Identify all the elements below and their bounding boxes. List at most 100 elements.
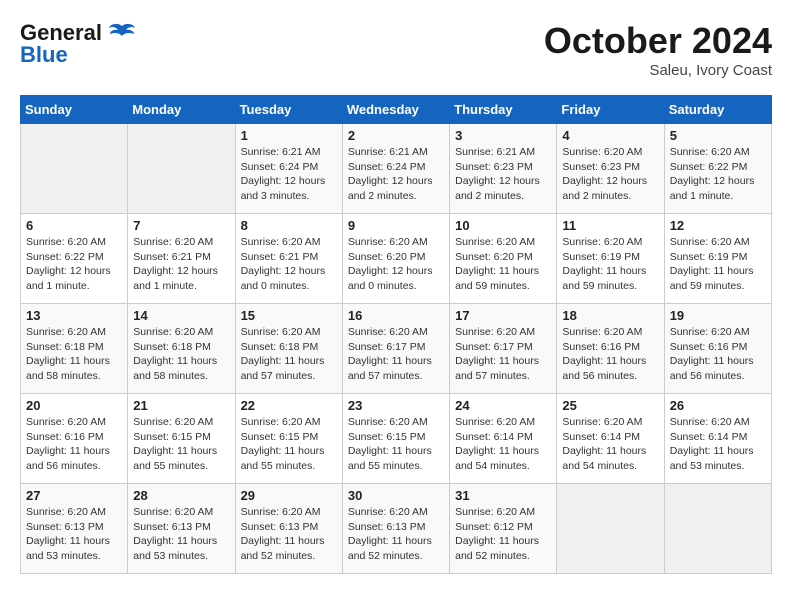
day-info: Sunrise: 6:20 AM Sunset: 6:16 PM Dayligh… bbox=[26, 415, 122, 474]
month-title: October 2024 bbox=[544, 20, 772, 62]
day-number: 31 bbox=[455, 488, 551, 503]
calendar-cell: 5 Sunrise: 6:20 AM Sunset: 6:22 PM Daylig… bbox=[664, 124, 771, 214]
calendar-table: SundayMondayTuesdayWednesdayThursdayFrid… bbox=[20, 95, 772, 574]
day-number: 28 bbox=[133, 488, 229, 503]
calendar-cell: 10 Sunrise: 6:20 AM Sunset: 6:20 PM Dayli… bbox=[450, 214, 557, 304]
day-number: 24 bbox=[455, 398, 551, 413]
calendar-title-block: October 2024 Saleu, Ivory Coast bbox=[544, 20, 772, 79]
day-number: 21 bbox=[133, 398, 229, 413]
weekday-header-wednesday: Wednesday bbox=[342, 96, 449, 124]
day-info: Sunrise: 6:20 AM Sunset: 6:14 PM Dayligh… bbox=[455, 415, 551, 474]
calendar-cell: 19 Sunrise: 6:20 AM Sunset: 6:16 PM Dayli… bbox=[664, 304, 771, 394]
location-subtitle: Saleu, Ivory Coast bbox=[544, 62, 772, 79]
day-info: Sunrise: 6:20 AM Sunset: 6:14 PM Dayligh… bbox=[562, 415, 658, 474]
calendar-cell bbox=[21, 124, 128, 214]
day-info: Sunrise: 6:20 AM Sunset: 6:16 PM Dayligh… bbox=[562, 325, 658, 384]
day-info: Sunrise: 6:20 AM Sunset: 6:20 PM Dayligh… bbox=[348, 235, 444, 294]
calendar-cell: 22 Sunrise: 6:20 AM Sunset: 6:15 PM Dayli… bbox=[235, 394, 342, 484]
calendar-cell: 23 Sunrise: 6:20 AM Sunset: 6:15 PM Dayli… bbox=[342, 394, 449, 484]
calendar-cell: 31 Sunrise: 6:20 AM Sunset: 6:12 PM Dayli… bbox=[450, 484, 557, 574]
weekday-header-sunday: Sunday bbox=[21, 96, 128, 124]
calendar-cell: 17 Sunrise: 6:20 AM Sunset: 6:17 PM Dayli… bbox=[450, 304, 557, 394]
day-number: 19 bbox=[670, 308, 766, 323]
day-number: 2 bbox=[348, 128, 444, 143]
calendar-cell bbox=[128, 124, 235, 214]
day-number: 27 bbox=[26, 488, 122, 503]
calendar-cell: 25 Sunrise: 6:20 AM Sunset: 6:14 PM Dayli… bbox=[557, 394, 664, 484]
day-info: Sunrise: 6:20 AM Sunset: 6:17 PM Dayligh… bbox=[348, 325, 444, 384]
day-info: Sunrise: 6:20 AM Sunset: 6:21 PM Dayligh… bbox=[241, 235, 337, 294]
day-info: Sunrise: 6:20 AM Sunset: 6:18 PM Dayligh… bbox=[26, 325, 122, 384]
calendar-cell: 21Sunrise: 6:20 AM Sunset: 6:15 PM Dayli… bbox=[128, 394, 235, 484]
calendar-cell: 13 Sunrise: 6:20 AM Sunset: 6:18 PM Dayli… bbox=[21, 304, 128, 394]
logo: General Blue bbox=[20, 20, 136, 68]
weekday-header-friday: Friday bbox=[557, 96, 664, 124]
day-number: 25 bbox=[562, 398, 658, 413]
weekday-header-tuesday: Tuesday bbox=[235, 96, 342, 124]
calendar-cell: 3Sunrise: 6:21 AM Sunset: 6:23 PM Daylig… bbox=[450, 124, 557, 214]
calendar-cell: 18 Sunrise: 6:20 AM Sunset: 6:16 PM Dayli… bbox=[557, 304, 664, 394]
day-number: 23 bbox=[348, 398, 444, 413]
day-number: 6 bbox=[26, 218, 122, 233]
day-number: 15 bbox=[241, 308, 337, 323]
logo-bird-icon bbox=[108, 22, 136, 44]
calendar-cell: 7Sunrise: 6:20 AM Sunset: 6:21 PM Daylig… bbox=[128, 214, 235, 304]
day-number: 14 bbox=[133, 308, 229, 323]
calendar-cell: 11 Sunrise: 6:20 AM Sunset: 6:19 PM Dayli… bbox=[557, 214, 664, 304]
calendar-cell: 14 Sunrise: 6:20 AM Sunset: 6:18 PM Dayli… bbox=[128, 304, 235, 394]
day-info: Sunrise: 6:20 AM Sunset: 6:17 PM Dayligh… bbox=[455, 325, 551, 384]
day-number: 3 bbox=[455, 128, 551, 143]
day-number: 17 bbox=[455, 308, 551, 323]
calendar-cell: 15Sunrise: 6:20 AM Sunset: 6:18 PM Dayli… bbox=[235, 304, 342, 394]
calendar-cell: 20Sunrise: 6:20 AM Sunset: 6:16 PM Dayli… bbox=[21, 394, 128, 484]
calendar-cell: 6 Sunrise: 6:20 AM Sunset: 6:22 PM Daylig… bbox=[21, 214, 128, 304]
weekday-header-thursday: Thursday bbox=[450, 96, 557, 124]
calendar-cell bbox=[557, 484, 664, 574]
weekday-header-saturday: Saturday bbox=[664, 96, 771, 124]
day-info: Sunrise: 6:20 AM Sunset: 6:22 PM Dayligh… bbox=[670, 145, 766, 204]
day-number: 16 bbox=[348, 308, 444, 323]
day-info: Sunrise: 6:21 AM Sunset: 6:24 PM Dayligh… bbox=[241, 145, 337, 204]
day-info: Sunrise: 6:20 AM Sunset: 6:14 PM Dayligh… bbox=[670, 415, 766, 474]
day-number: 13 bbox=[26, 308, 122, 323]
day-info: Sunrise: 6:20 AM Sunset: 6:16 PM Dayligh… bbox=[670, 325, 766, 384]
calendar-cell: 8 Sunrise: 6:20 AM Sunset: 6:21 PM Daylig… bbox=[235, 214, 342, 304]
day-number: 5 bbox=[670, 128, 766, 143]
day-info: Sunrise: 6:20 AM Sunset: 6:19 PM Dayligh… bbox=[562, 235, 658, 294]
day-info: Sunrise: 6:20 AM Sunset: 6:12 PM Dayligh… bbox=[455, 505, 551, 564]
day-info: Sunrise: 6:21 AM Sunset: 6:24 PM Dayligh… bbox=[348, 145, 444, 204]
page-header: General Blue October 2024 Saleu, Ivory C… bbox=[20, 20, 772, 79]
calendar-cell: 30 Sunrise: 6:20 AM Sunset: 6:13 PM Dayli… bbox=[342, 484, 449, 574]
day-number: 7 bbox=[133, 218, 229, 233]
weekday-header-monday: Monday bbox=[128, 96, 235, 124]
day-number: 11 bbox=[562, 218, 658, 233]
day-info: Sunrise: 6:20 AM Sunset: 6:22 PM Dayligh… bbox=[26, 235, 122, 294]
day-number: 29 bbox=[241, 488, 337, 503]
calendar-cell: 1 Sunrise: 6:21 AM Sunset: 6:24 PM Daylig… bbox=[235, 124, 342, 214]
day-number: 18 bbox=[562, 308, 658, 323]
calendar-cell: 29 Sunrise: 6:20 AM Sunset: 6:13 PM Dayli… bbox=[235, 484, 342, 574]
day-info: Sunrise: 6:20 AM Sunset: 6:15 PM Dayligh… bbox=[241, 415, 337, 474]
day-number: 12 bbox=[670, 218, 766, 233]
day-info: Sunrise: 6:20 AM Sunset: 6:19 PM Dayligh… bbox=[670, 235, 766, 294]
calendar-cell: 26 Sunrise: 6:20 AM Sunset: 6:14 PM Dayli… bbox=[664, 394, 771, 484]
day-number: 30 bbox=[348, 488, 444, 503]
calendar-cell bbox=[664, 484, 771, 574]
day-number: 10 bbox=[455, 218, 551, 233]
day-info: Sunrise: 6:20 AM Sunset: 6:20 PM Dayligh… bbox=[455, 235, 551, 294]
day-number: 1 bbox=[241, 128, 337, 143]
day-info: Sunrise: 6:20 AM Sunset: 6:18 PM Dayligh… bbox=[133, 325, 229, 384]
calendar-cell: 9Sunrise: 6:20 AM Sunset: 6:20 PM Daylig… bbox=[342, 214, 449, 304]
calendar-cell: 28 Sunrise: 6:20 AM Sunset: 6:13 PM Dayli… bbox=[128, 484, 235, 574]
day-number: 26 bbox=[670, 398, 766, 413]
day-number: 8 bbox=[241, 218, 337, 233]
calendar-cell: 24 Sunrise: 6:20 AM Sunset: 6:14 PM Dayli… bbox=[450, 394, 557, 484]
day-info: Sunrise: 6:20 AM Sunset: 6:13 PM Dayligh… bbox=[133, 505, 229, 564]
day-info: Sunrise: 6:20 AM Sunset: 6:15 PM Dayligh… bbox=[348, 415, 444, 474]
calendar-cell: 12 Sunrise: 6:20 AM Sunset: 6:19 PM Dayli… bbox=[664, 214, 771, 304]
day-number: 4 bbox=[562, 128, 658, 143]
day-info: Sunrise: 6:20 AM Sunset: 6:13 PM Dayligh… bbox=[348, 505, 444, 564]
day-info: Sunrise: 6:20 AM Sunset: 6:23 PM Dayligh… bbox=[562, 145, 658, 204]
day-info: Sunrise: 6:20 AM Sunset: 6:13 PM Dayligh… bbox=[241, 505, 337, 564]
day-number: 22 bbox=[241, 398, 337, 413]
